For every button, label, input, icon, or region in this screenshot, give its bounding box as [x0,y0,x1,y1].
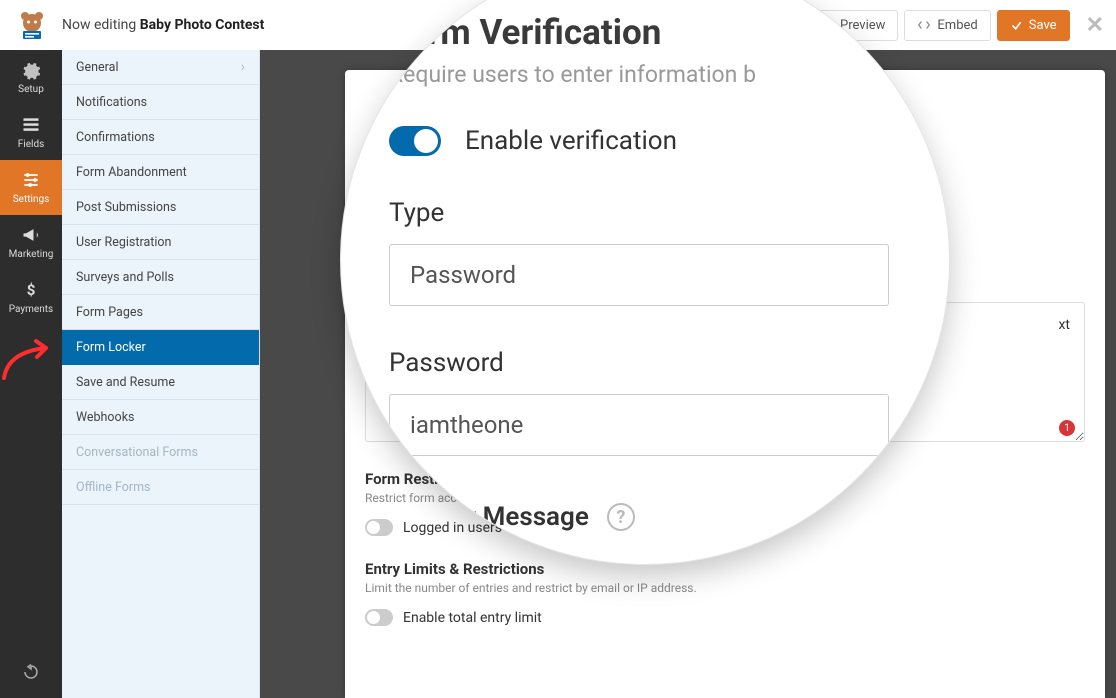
help-tooltip-icon[interactable]: ? [607,503,635,531]
enable-verification-toggle[interactable] [389,126,441,156]
settings-general[interactable]: General› [62,50,259,85]
sliders-icon [21,170,41,190]
rail-setup-label: Setup [18,84,44,95]
settings-panel: General› Notifications Confirmations For… [62,50,260,698]
display-message-toggle[interactable] [371,511,395,524]
settings-post-submissions[interactable]: Post Submissions [62,190,259,225]
settings-confirmations[interactable]: Confirmations [62,120,259,155]
check-icon [1010,19,1023,32]
entry-limits-heading: Entry Limits & Restrictions [365,560,1085,578]
settings-offline-forms[interactable]: Offline Forms [62,470,259,505]
type-select[interactable]: Password [389,244,889,306]
chevron-right-icon: › [241,59,245,75]
embed-label: Embed [937,18,977,33]
form-verification-subtitle: Require users to enter information b [389,61,901,88]
rail-marketing-label: Marketing [9,249,54,260]
save-button[interactable]: Save [997,10,1070,41]
rail-fields[interactable]: Fields [0,105,62,160]
preview-label: Preview [840,18,885,33]
svg-text:$: $ [27,281,36,299]
settings-surveys-polls[interactable]: Surveys and Polls [62,260,259,295]
bullhorn-icon [21,225,41,245]
embed-button[interactable]: Embed [904,10,990,41]
entry-limit-toggle[interactable] [365,609,393,626]
annotation-arrow [0,322,64,382]
list-icon [21,115,41,135]
rail-revisions[interactable] [0,646,62,698]
form-title: Baby Photo Contest [140,17,265,33]
rail-marketing[interactable]: Marketing [0,215,62,270]
enable-verification-row: Enable verification [389,126,901,156]
settings-user-registration[interactable]: User Registration [62,225,259,260]
app-logo [12,5,52,45]
dollar-icon: $ [21,280,41,300]
rail-settings-label: Settings [13,194,50,205]
settings-form-pages[interactable]: Form Pages [62,295,259,330]
type-label: Type [389,198,901,228]
code-icon [917,18,931,32]
settings-notifications[interactable]: Notifications [62,85,259,120]
settings-form-locker[interactable]: Form Locker [62,330,259,365]
settings-webhooks[interactable]: Webhooks [62,400,259,435]
entry-limits-subtext: Limit the number of entries and restrict… [365,581,1085,595]
close-icon[interactable]: ✕ [1086,13,1104,38]
editing-label: Now editing Baby Photo Contest [62,17,264,33]
save-label: Save [1029,18,1057,33]
settings-save-resume[interactable]: Save and Resume [62,365,259,400]
entry-limit-toggle-row: Enable total entry limit [365,609,1085,626]
history-icon [22,663,40,681]
rail-settings[interactable]: Settings [0,160,62,215]
rail-setup[interactable]: Setup [0,50,62,105]
gear-icon [21,60,41,80]
password-label: Password [389,348,901,378]
entry-limit-label: Enable total entry limit [403,610,542,626]
form-verification-title: Form Verification [389,12,901,53]
enable-verification-label: Enable verification [465,126,677,156]
settings-form-abandonment[interactable]: Form Abandonment [62,155,259,190]
rail-payments[interactable]: $ Payments [0,270,62,325]
rail-fields-label: Fields [18,139,45,150]
notification-badge: 1 [1059,420,1075,436]
password-input[interactable]: iamtheone [389,394,889,456]
rail-payments-label: Payments [9,304,53,315]
now-editing-text: Now editing [62,17,136,33]
settings-conversational-forms[interactable]: Conversational Forms [62,435,259,470]
